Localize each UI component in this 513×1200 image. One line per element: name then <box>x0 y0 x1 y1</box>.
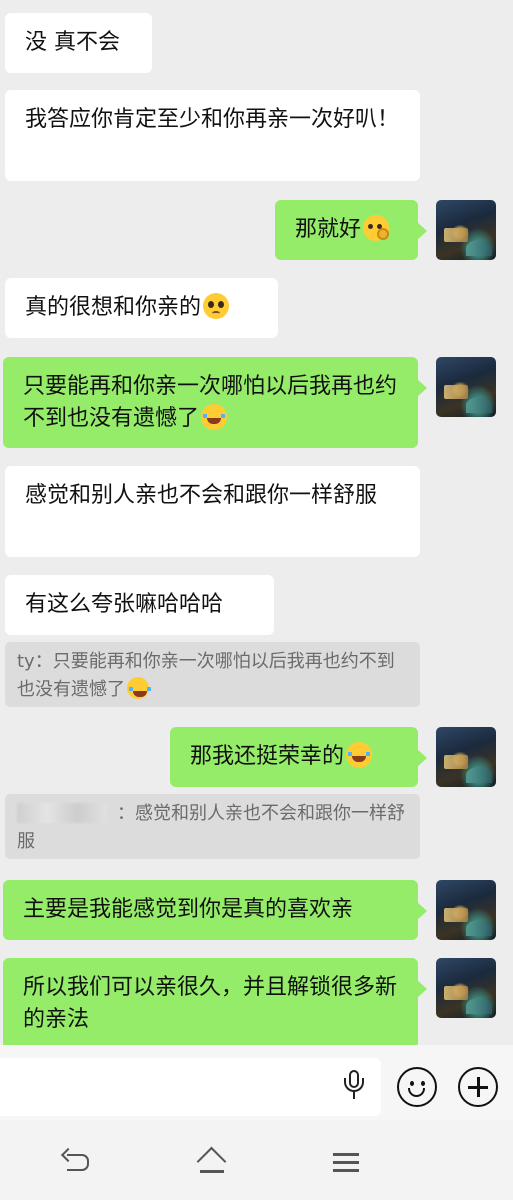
chat-area[interactable]: 没 真不会 我答应你肯定至少和你再亲一次好叭！ 那就好 真的很想和你亲的 只要能… <box>0 0 513 1045</box>
message-bubble[interactable]: 所以我们可以亲很久，并且解锁很多新的亲法 <box>3 958 427 1045</box>
emoji-icon[interactable] <box>397 1067 437 1107</box>
message-bubble[interactable]: 那就好 <box>275 200 427 260</box>
message-text: 主要是我能感觉到你是真的喜欢亲 <box>23 897 354 922</box>
message-text: 感觉和别人亲也不会和跟你一样舒服 <box>25 483 378 508</box>
voice-icon[interactable] <box>340 1070 368 1100</box>
avatar[interactable] <box>436 880 496 940</box>
message-bubble[interactable]: 那我还挺荣幸的 <box>170 727 427 787</box>
ok-face-emoji-icon <box>363 215 390 241</box>
message-bubble[interactable]: 只要能再和你亲一次哪怕以后我再也约不到也没有遗憾了 <box>3 357 427 448</box>
quote-text: ty：只要能再和你亲一次哪怕以后我再也约不到也没有遗憾了 <box>17 651 395 700</box>
avatar[interactable] <box>436 727 496 787</box>
message-bubble[interactable]: 没 真不会 <box>5 13 152 73</box>
message-text: 我答应你肯定至少和你再亲一次好叭！ <box>25 107 400 132</box>
home-icon[interactable] <box>196 1146 228 1177</box>
message-bubble[interactable]: 我答应你肯定至少和你再亲一次好叭！ <box>5 90 420 181</box>
message-text: 真的很想和你亲的 <box>25 295 202 320</box>
quoted-message[interactable]: ：感觉和别人亲也不会和跟你一样舒服 <box>5 794 420 859</box>
blurred-name <box>17 803 107 823</box>
message-bubble[interactable]: 有这么夸张嘛哈哈哈 <box>5 575 274 635</box>
message-text: 那我还挺荣幸的 <box>190 744 345 769</box>
message-text: 有这么夸张嘛哈哈哈 <box>25 592 224 617</box>
message-input[interactable] <box>0 1058 381 1116</box>
message-text: 那就好 <box>295 217 362 242</box>
avatar[interactable] <box>436 958 496 1018</box>
message-bubble[interactable]: 感觉和别人亲也不会和跟你一样舒服 <box>5 466 420 557</box>
avatar[interactable] <box>436 357 496 417</box>
avatar[interactable] <box>436 200 496 260</box>
message-bubble[interactable]: 主要是我能感觉到你是真的喜欢亲 <box>3 880 427 940</box>
message-bubble[interactable]: 真的很想和你亲的 <box>5 278 278 338</box>
tears-of-joy-emoji-icon <box>346 742 373 768</box>
plus-icon[interactable] <box>458 1067 498 1107</box>
pleading-face-emoji-icon <box>203 293 230 319</box>
message-text: 没 真不会 <box>25 30 120 55</box>
tears-of-joy-emoji-icon <box>127 677 151 699</box>
quoted-message[interactable]: ty：只要能再和你亲一次哪怕以后我再也约不到也没有遗憾了 <box>5 642 420 707</box>
tears-of-joy-emoji-icon <box>201 404 228 430</box>
back-icon[interactable] <box>60 1147 91 1173</box>
message-text: 所以我们可以亲很久，并且解锁很多新的亲法 <box>23 975 398 1032</box>
menu-icon[interactable] <box>333 1153 359 1173</box>
